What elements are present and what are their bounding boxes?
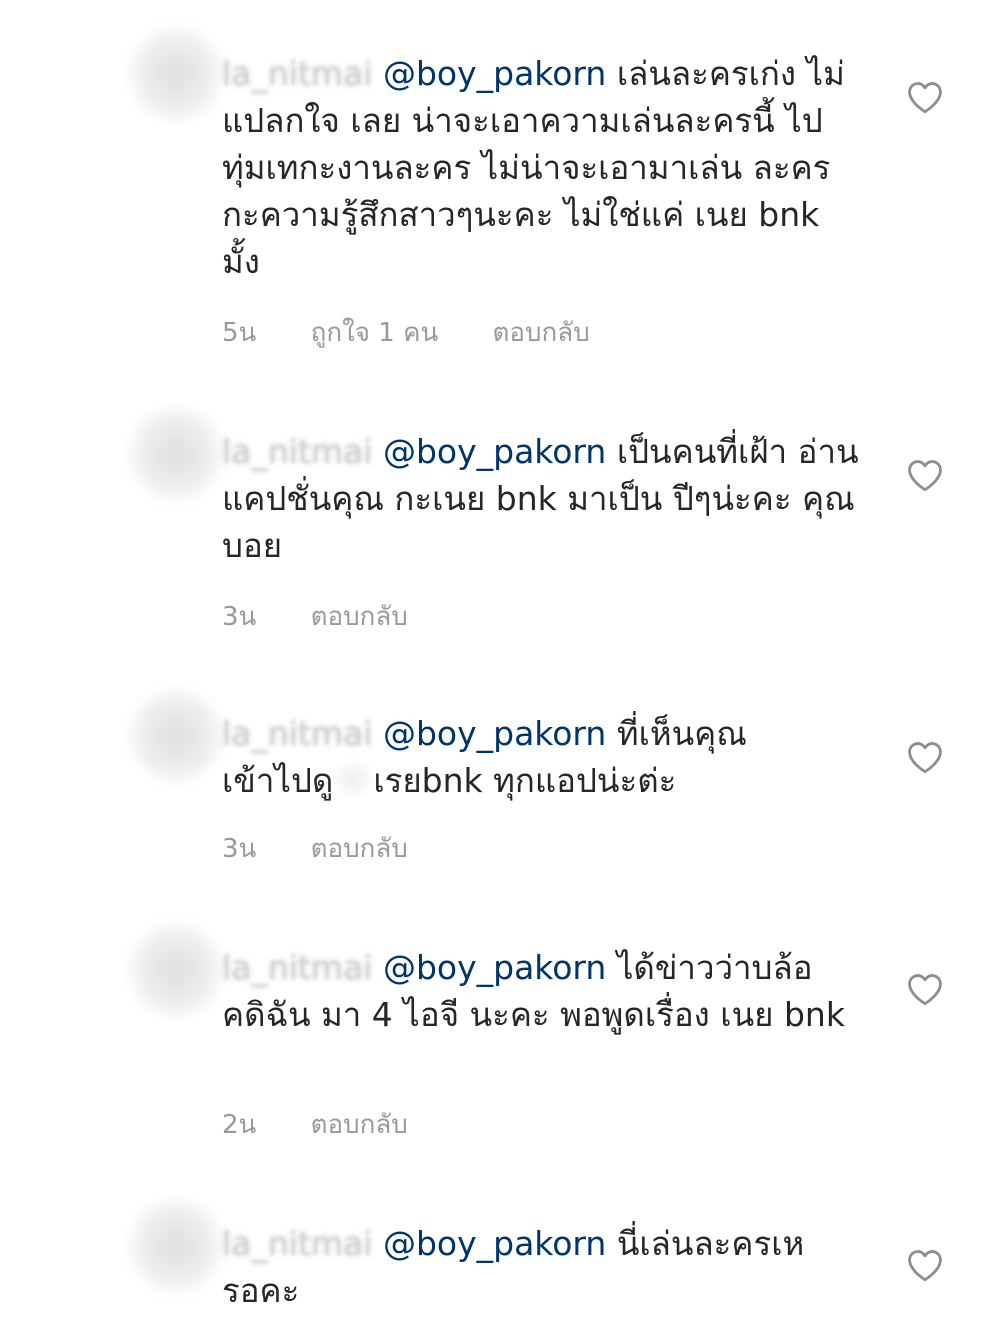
username[interactable]: la_nitmai bbox=[222, 432, 372, 471]
username[interactable]: la_nitmai bbox=[222, 948, 372, 987]
mention-link[interactable]: @boy_pakorn bbox=[383, 714, 606, 753]
mention-link[interactable]: @boy_pakorn bbox=[383, 1224, 606, 1263]
comment-text: la_nitmai @boy_pakorn เล่นละครเก่ง ไม่แป… bbox=[222, 50, 862, 285]
comment-text: la_nitmai @boy_pakorn ที่เห็นคุณ เข้าไปด… bbox=[222, 710, 862, 804]
comment-text: la_nitmai @boy_pakorn เป็นคนที่เฝ้า อ่าน… bbox=[222, 428, 862, 569]
username[interactable]: la_nitmai bbox=[222, 54, 372, 93]
mention-link[interactable]: @boy_pakorn bbox=[383, 948, 606, 987]
avatar[interactable] bbox=[130, 28, 222, 120]
comment-time: 5น bbox=[222, 318, 257, 348]
comment-meta: 3น ตอบกลับ bbox=[222, 828, 454, 869]
heart-outline-icon[interactable] bbox=[906, 80, 944, 114]
like-count[interactable]: ถูกใจ 1 คน bbox=[311, 318, 439, 348]
comment-meta: 2น ตอบกลับ bbox=[222, 1104, 454, 1145]
comment-meta: 3น ตอบกลับ bbox=[222, 596, 454, 637]
comment-body-part: เข้าไปดู bbox=[222, 761, 334, 800]
comment-meta: 5น ถูกใจ 1 คน ตอบกลับ bbox=[222, 312, 636, 353]
reply-button[interactable]: ตอบกลับ bbox=[311, 602, 408, 632]
username[interactable]: la_nitmai bbox=[222, 1224, 372, 1263]
mention-link[interactable]: @boy_pakorn bbox=[383, 432, 606, 471]
reply-button[interactable]: ตอบกลับ bbox=[311, 1110, 408, 1140]
comment-body: ที่เห็นคุณ bbox=[616, 714, 747, 753]
avatar[interactable] bbox=[130, 690, 222, 782]
heart-outline-icon[interactable] bbox=[906, 458, 944, 492]
heart-outline-icon[interactable] bbox=[906, 1248, 944, 1282]
avatar[interactable] bbox=[130, 1200, 222, 1292]
reply-button[interactable]: ตอบกลับ bbox=[311, 834, 408, 864]
comment-time: 3น bbox=[222, 834, 257, 864]
blur-smudge bbox=[329, 760, 378, 798]
comment-text: la_nitmai @boy_pakorn ได้ข่าวว่าบล้อ คดิ… bbox=[222, 944, 862, 1038]
mention-link[interactable]: @boy_pakorn bbox=[383, 54, 606, 93]
comment-body-part: เรยbnk ทุกแอปน่ะต่ะ bbox=[373, 761, 677, 800]
comment-time: 2น bbox=[222, 1110, 257, 1140]
comment-time: 3น bbox=[222, 602, 257, 632]
avatar[interactable] bbox=[130, 924, 222, 1016]
comment-text: la_nitmai @boy_pakorn นี่เล่นละครเห รอคะ bbox=[222, 1220, 862, 1314]
heart-outline-icon[interactable] bbox=[906, 972, 944, 1006]
username[interactable]: la_nitmai bbox=[222, 714, 372, 753]
reply-button[interactable]: ตอบกลับ bbox=[493, 318, 590, 348]
heart-outline-icon[interactable] bbox=[906, 740, 944, 774]
avatar[interactable] bbox=[130, 408, 222, 500]
